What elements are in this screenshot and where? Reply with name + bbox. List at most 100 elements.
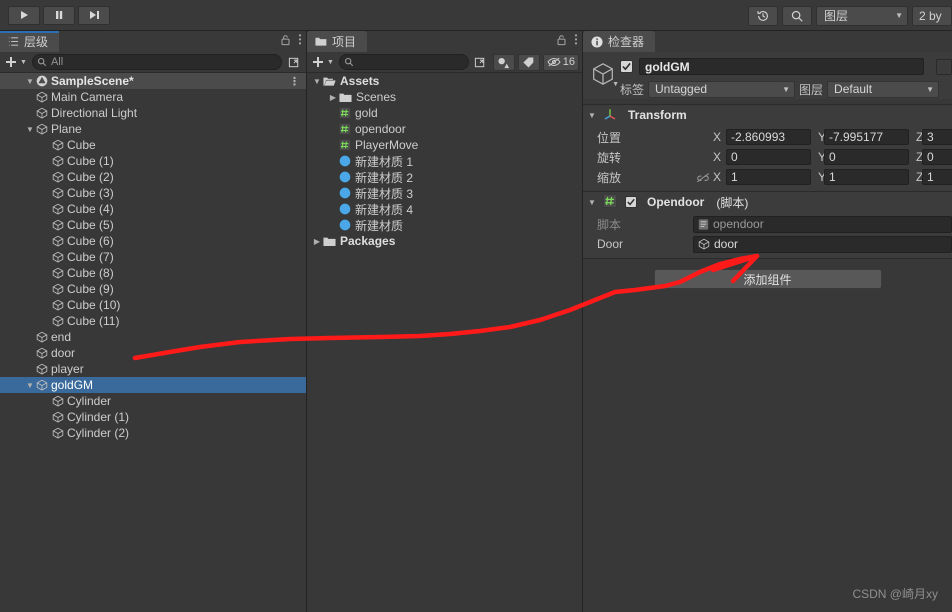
hierarchy-item-cube-3[interactable]: ▼ Cube (3) — [0, 185, 306, 201]
hierarchy-item-cylinder-1[interactable]: ▼ Cylinder (1) — [0, 409, 306, 425]
hierarchy-item-cube-2[interactable]: ▼ Cube (2) — [0, 169, 306, 185]
hierarchy-item-cylinder[interactable]: ▼ Cylinder — [0, 393, 306, 409]
transform-x-input[interactable]: 1 — [726, 169, 811, 185]
script-field-object-input[interactable]: door — [693, 235, 952, 253]
opendoor-component-header[interactable]: ▼ Opendoor (脚本) — [583, 192, 952, 212]
hierarchy-scene-row[interactable]: ▼ SampleScene* ⋮ — [0, 73, 306, 89]
step-button[interactable] — [78, 5, 110, 25]
axis-x-label: X — [713, 150, 722, 164]
transform-x-input[interactable]: 0 — [726, 149, 811, 165]
hierarchy-item-main-camera[interactable]: ▼ Main Camera — [0, 89, 306, 105]
hierarchy-item-cube-8[interactable]: ▼ Cube (8) — [0, 265, 306, 281]
hierarchy-item-player[interactable]: ▼ player — [0, 361, 306, 377]
chevron-down-icon[interactable]: ▼ — [586, 111, 598, 120]
hierarchy-item-door[interactable]: ▼ door — [0, 345, 306, 361]
hierarchy-item-cube-1[interactable]: ▼ Cube (1) — [0, 153, 306, 169]
tree-spacer: ▼ — [327, 125, 339, 134]
hierarchy-item-cylinder-2[interactable]: ▼ Cylinder (2) — [0, 425, 306, 441]
transform-x-input[interactable]: -2.860993 — [726, 129, 811, 145]
transform-z-input[interactable]: 0 — [922, 149, 952, 165]
hierarchy-item-goldgm[interactable]: ▼ goldGM — [0, 377, 306, 393]
project-item-Packages[interactable]: ▶ Packages — [307, 233, 582, 249]
scene-menu-icon[interactable]: ⋮ — [289, 75, 300, 88]
lock-icon[interactable] — [556, 34, 567, 49]
tree-spacer: ▼ — [40, 317, 52, 326]
project-item-新建材质-2[interactable]: ▼ 新建材质 2 — [307, 169, 582, 185]
add-component-button[interactable]: 添加组件 — [653, 269, 882, 289]
project-item-新建材质-3[interactable]: ▼ 新建材质 3 — [307, 185, 582, 201]
chevron-down-icon[interactable]: ▼ — [586, 198, 598, 207]
hierarchy-item-cube-4[interactable]: ▼ Cube (4) — [0, 201, 306, 217]
history-icon[interactable] — [748, 5, 778, 26]
hierarchy-item-cube-6[interactable]: ▼ Cube (6) — [0, 233, 306, 249]
hierarchy-item-end[interactable]: ▼ end — [0, 329, 306, 345]
hierarchy-item-cube-9[interactable]: ▼ Cube (9) — [0, 281, 306, 297]
chevron-right-icon[interactable]: ▶ — [327, 93, 339, 102]
project-item-新建材质-4[interactable]: ▼ 新建材质 4 — [307, 201, 582, 217]
hierarchy-item-directional-light[interactable]: ▼ Directional Light — [0, 105, 306, 121]
tab-hierarchy[interactable]: 层级 — [0, 31, 60, 52]
hierarchy-item-cube-5[interactable]: ▼ Cube (5) — [0, 217, 306, 233]
project-item-Scenes[interactable]: ▶ Scenes — [307, 89, 582, 105]
project-search-input[interactable] — [338, 54, 469, 70]
tab-inspector[interactable]: 检查器 — [583, 31, 656, 52]
project-item-label: 新建材质 1 — [355, 154, 414, 169]
project-item-新建材质[interactable]: ▼ 新建材质 — [307, 217, 582, 233]
chevron-down-icon[interactable]: ▼ — [612, 81, 619, 88]
hierarchy-sort-icon[interactable] — [285, 54, 303, 71]
hierarchy-item-cube-7[interactable]: ▼ Cube (7) — [0, 249, 306, 265]
script-field-object-input[interactable]: opendoor — [693, 215, 952, 233]
transform-y-input[interactable]: 0 — [824, 149, 909, 165]
hierarchy-add-button[interactable]: ▼ — [3, 56, 29, 68]
panel-menu-icon[interactable] — [298, 33, 302, 49]
play-button[interactable] — [8, 5, 40, 25]
pause-button[interactable] — [43, 5, 75, 25]
chevron-down-icon[interactable]: ▼ — [311, 77, 323, 86]
hidden-items-toggle[interactable]: 16 — [542, 53, 579, 71]
project-item-label: gold — [355, 106, 378, 120]
chevron-down-icon[interactable]: ▼ — [24, 125, 36, 134]
filter-by-label-icon[interactable] — [517, 53, 540, 71]
tab-project[interactable]: 项目 — [307, 31, 368, 52]
project-item-新建材质-1[interactable]: ▼ 新建材质 1 — [307, 153, 582, 169]
search-icon[interactable] — [782, 5, 812, 26]
project-item-gold[interactable]: ▼ gold — [307, 105, 582, 121]
transform-row-label: 位置 — [597, 130, 622, 145]
hierarchy-item-cube-10[interactable]: ▼ Cube (10) — [0, 297, 306, 313]
project-sort-icon[interactable] — [472, 54, 490, 71]
lock-icon[interactable] — [280, 34, 291, 49]
hierarchy-item-cube-11[interactable]: ▼ Cube (11) — [0, 313, 306, 329]
chevron-right-icon[interactable]: ▶ — [311, 237, 323, 246]
static-flags-checkbox[interactable] — [936, 58, 952, 75]
tag-dropdown[interactable]: Untagged ▼ — [648, 80, 796, 98]
object-name-input[interactable]: goldGM — [639, 58, 924, 75]
project-item-opendoor[interactable]: ▼ opendoor — [307, 121, 582, 137]
project-item-PlayerMove[interactable]: ▼ PlayerMove — [307, 137, 582, 153]
uniform-scale-link-icon[interactable] — [693, 172, 713, 183]
filter-by-type-icon[interactable] — [492, 53, 515, 71]
layer-dropdown[interactable]: Default ▼ — [827, 80, 940, 98]
object-active-checkbox[interactable] — [620, 60, 633, 73]
layout-dropdown[interactable]: 2 by — [912, 5, 952, 26]
gameobject-icon: ▼ — [586, 57, 620, 91]
transform-y-input[interactable]: 1 — [824, 169, 909, 185]
hierarchy-item-plane[interactable]: ▼ Plane — [0, 121, 306, 137]
project-tree[interactable]: ▼Assets▶Scenes▼gold▼opendoor▼PlayerMove▼… — [307, 73, 582, 612]
panel-menu-icon[interactable] — [574, 33, 578, 49]
opendoor-enabled-checkbox[interactable] — [625, 196, 637, 208]
project-add-button[interactable]: ▼ — [310, 56, 336, 68]
project-item-Assets[interactable]: ▼ Assets — [307, 73, 582, 89]
project-item-label: opendoor — [355, 122, 406, 136]
transform-z-input[interactable]: 3 — [922, 129, 952, 145]
tree-spacer: ▼ — [40, 237, 52, 246]
hierarchy-tree[interactable]: ▼ SampleScene* ⋮ ▼ Main Camera ▼ Directiona… — [0, 73, 306, 612]
transform-y-input[interactable]: -7.995177 — [824, 129, 909, 145]
hierarchy-item-label: player — [51, 362, 84, 376]
hierarchy-search-input[interactable]: All — [31, 54, 282, 70]
chevron-down-icon[interactable]: ▼ — [24, 381, 36, 390]
chevron-down-icon[interactable]: ▼ — [24, 77, 36, 86]
transform-component-header[interactable]: ▼ Transform — [583, 105, 952, 125]
transform-z-input[interactable]: 1 — [922, 169, 952, 185]
layers-dropdown[interactable]: 图层 ▼ — [816, 5, 908, 26]
hierarchy-item-cube[interactable]: ▼ Cube — [0, 137, 306, 153]
